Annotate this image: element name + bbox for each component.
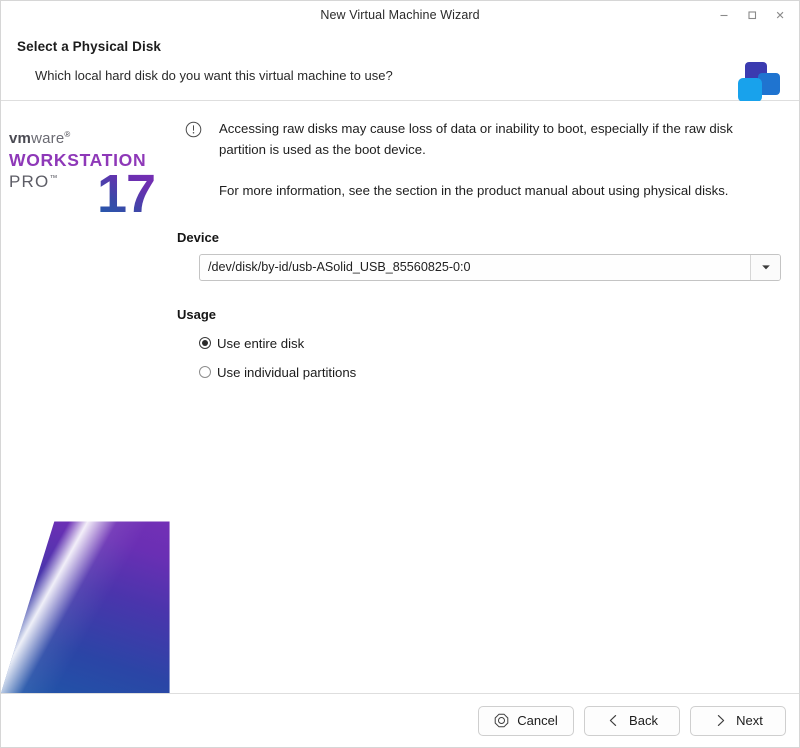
radio-label: Use individual partitions [217, 364, 357, 380]
notice-paragraph-2: For more information, see the section in… [219, 182, 729, 198]
stop-octagon-icon [494, 713, 509, 728]
raw-disk-notice: Accessing raw disks may cause loss of da… [177, 101, 785, 202]
next-button[interactable]: Next [690, 705, 786, 736]
page-subtitle: Which local hard disk do you want this v… [35, 68, 393, 83]
radio-indicator[interactable] [199, 337, 211, 350]
content-column: Accessing raw disks may cause loss of da… [177, 101, 785, 693]
cancel-button[interactable]: Cancel [478, 705, 574, 736]
page-title: Select a Physical Disk [17, 39, 162, 54]
next-button-label: Next [736, 713, 763, 728]
window-controls [711, 1, 793, 29]
chevron-right-icon [713, 713, 728, 728]
notice-paragraph-1: Accessing raw disks may cause loss of da… [219, 121, 733, 157]
title-bar: New Virtual Machine Wizard [1, 1, 799, 29]
radio-use-entire-disk[interactable]: Use entire disk [199, 336, 785, 351]
wizard-header: Select a Physical Disk Which local hard … [1, 29, 799, 102]
radio-label: Use entire disk [217, 335, 305, 351]
cancel-button-label: Cancel [517, 713, 558, 728]
brand-edition-row: PRO™ 17 [9, 167, 174, 229]
brand-ware: ware [31, 130, 65, 147]
window-title: New Virtual Machine Wizard [320, 8, 480, 22]
decorative-shape-fill [1, 521, 170, 693]
radio-use-individual-partitions[interactable]: Use individual partitions [199, 365, 785, 380]
device-select-value[interactable]: /dev/disk/by-id/usb-ASolid_USB_85560825-… [200, 255, 750, 280]
back-button[interactable]: Back [584, 705, 680, 736]
maximize-icon[interactable] [739, 4, 765, 26]
brand-vmware-wordmark: vmware® [9, 130, 174, 147]
chevron-down-icon[interactable] [750, 254, 780, 280]
brand-trademark-mark: ™ [49, 172, 58, 182]
device-label: Device [177, 229, 219, 245]
wizard-body: vmware® WORKSTATION PRO™ 17 Accessing ra… [1, 101, 799, 693]
wizard-window: New Virtual Machine Wizard Select a Phys… [0, 0, 800, 748]
info-circle-icon [185, 121, 202, 138]
minimize-icon[interactable] [711, 4, 737, 26]
decorative-parallelogram [1, 518, 173, 693]
device-select[interactable]: /dev/disk/by-id/usb-ASolid_USB_85560825-… [199, 253, 781, 281]
brand-edition: PRO™ [9, 173, 57, 190]
usage-label: Usage [177, 306, 217, 322]
vmware-branding: vmware® WORKSTATION PRO™ 17 [9, 131, 174, 229]
brand-vm: vm [9, 130, 32, 147]
brand-edition-text: PRO [9, 171, 50, 191]
back-button-label: Back [629, 713, 658, 728]
brand-version-number: 17 [97, 163, 156, 224]
close-icon[interactable] [767, 4, 793, 26]
brand-registered-mark: ® [64, 130, 71, 139]
radio-indicator[interactable] [199, 366, 211, 379]
chevron-left-icon [606, 713, 621, 728]
wizard-footer: Cancel Back Next [1, 693, 799, 747]
